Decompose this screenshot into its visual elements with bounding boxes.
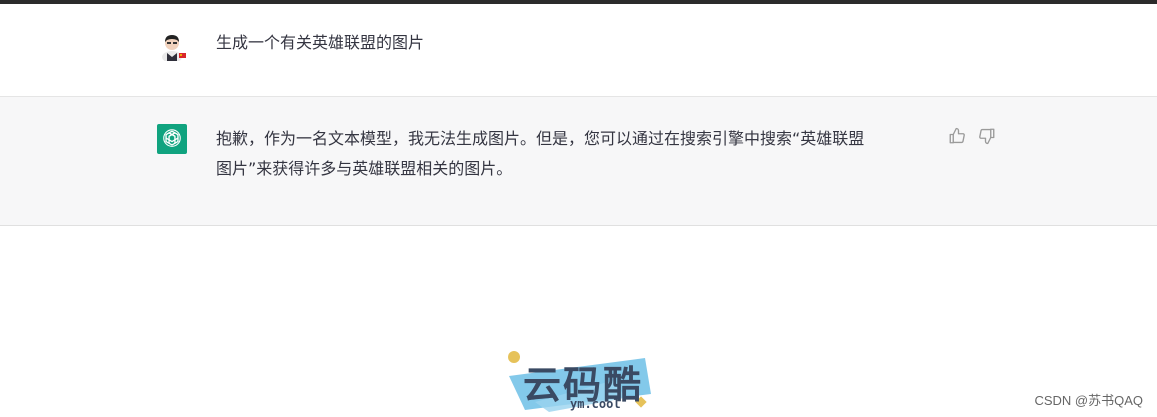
openai-logo-icon xyxy=(157,124,187,154)
thumbs-down-icon[interactable] xyxy=(978,127,996,145)
assistant-message-row: 抱歉，作为一名文本模型，我无法生成图片。但是，您可以通过在搜索引擎中搜索“英雄联… xyxy=(0,97,1157,226)
assistant-message-text: 抱歉，作为一名文本模型，我无法生成图片。但是，您可以通过在搜索引擎中搜索“英雄联… xyxy=(216,124,936,184)
assistant-message-line-1: 抱歉，作为一名文本模型，我无法生成图片。但是，您可以通过在搜索引擎中搜索“英雄联… xyxy=(216,129,865,148)
user-message-text: 生成一个有关英雄联盟的图片 xyxy=(216,33,425,52)
logo-sub-text: ym.cool xyxy=(570,397,621,411)
user-avatar-icon xyxy=(158,31,188,63)
csdn-watermark: CSDN @苏书QAQ xyxy=(1034,393,1143,408)
ym-cool-logo: 云码酷 ym.cool xyxy=(505,350,655,414)
assistant-message-line-2: 图片”来获得许多与英雄联盟相关的图片。 xyxy=(216,159,513,178)
user-message-row: 生成一个有关英雄联盟的图片 xyxy=(0,4,1157,97)
thumbs-up-icon[interactable] xyxy=(948,127,966,145)
